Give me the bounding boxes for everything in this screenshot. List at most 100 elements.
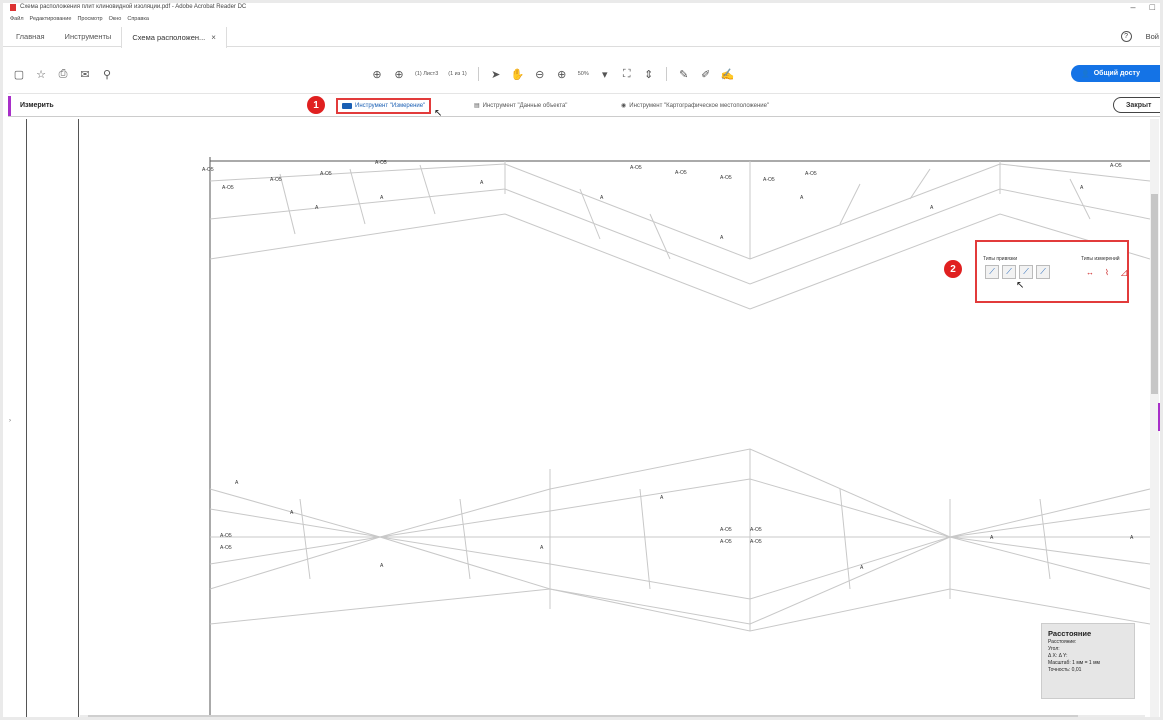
menu-file[interactable]: Файл bbox=[10, 16, 24, 22]
tile-label: А-О5 bbox=[270, 177, 282, 183]
step-badge-2: 2 bbox=[944, 260, 962, 278]
tile-label: А-О5 bbox=[630, 165, 642, 171]
save-icon[interactable]: ▢ bbox=[10, 65, 28, 83]
tab-document-label: Схема расположен... bbox=[132, 32, 206, 42]
tile-label: А-О5 bbox=[675, 170, 687, 176]
page-down-icon[interactable]: ⊕ bbox=[390, 65, 408, 83]
close-measure-button[interactable]: Закрыт bbox=[1113, 97, 1163, 113]
tile-label: А-О5 bbox=[720, 539, 732, 545]
tab-tools[interactable]: Инструменты bbox=[55, 27, 122, 47]
horizontal-scrollbar[interactable] bbox=[80, 715, 1145, 719]
comment-icon[interactable]: ✎ bbox=[675, 65, 693, 83]
perimeter-tool-icon[interactable]: ⌇ bbox=[1100, 265, 1114, 279]
menu-window[interactable]: Окно bbox=[109, 16, 122, 22]
tile-label-small: А bbox=[1130, 535, 1134, 541]
mouse-cursor-icon: ↖ bbox=[434, 108, 443, 119]
menu-edit[interactable]: Редактирование bbox=[30, 16, 72, 22]
measure-types-label: Типы измерений bbox=[1081, 256, 1120, 262]
menu-view[interactable]: Просмотр bbox=[77, 16, 102, 22]
measure-tool-label: Инструмент "Измерение" bbox=[355, 103, 426, 109]
scroll-mode-icon[interactable]: ⇕ bbox=[640, 65, 658, 83]
snap-to-endpoint-icon[interactable]: ⟋ bbox=[1002, 265, 1016, 279]
signin-link[interactable]: Вой bbox=[1146, 32, 1159, 41]
tab-close-icon[interactable]: × bbox=[211, 33, 216, 42]
snap-types-label: Типы привязки bbox=[983, 256, 1018, 262]
pane-expand-icon[interactable]: › bbox=[9, 418, 11, 424]
tile-label-small: А bbox=[480, 180, 484, 186]
tab-document[interactable]: Схема расположен... × bbox=[121, 26, 227, 48]
distance-tool-icon[interactable]: ↔ bbox=[1083, 265, 1097, 279]
measure-tool-button[interactable]: Инструмент "Измерение" bbox=[336, 98, 432, 114]
tile-label-small: А bbox=[660, 495, 664, 501]
measure-accent-bar bbox=[8, 96, 11, 116]
email-icon[interactable]: ✉ bbox=[76, 65, 94, 83]
user-add-icon: 👤 bbox=[1081, 70, 1090, 78]
hand-tool-icon[interactable]: ✋ bbox=[509, 65, 527, 83]
tile-label-small: А bbox=[930, 205, 934, 211]
precision-value: Точность: 0,01 bbox=[1048, 667, 1082, 673]
tile-label-small: А bbox=[800, 195, 804, 201]
measure-toolbar: Измерить Инструмент "Измерение" ▤ Инстру… bbox=[8, 93, 1163, 117]
tile-label: А-О5 bbox=[750, 539, 762, 545]
pdf-app-icon bbox=[10, 3, 16, 11]
side-panel-marker bbox=[1158, 403, 1161, 431]
distance-value: Расстояние: bbox=[1048, 639, 1077, 645]
menu-help[interactable]: Справка bbox=[127, 16, 149, 22]
distance-info-panel: Расстояние Расстояние: Угол: Δ X: Δ Y: М… bbox=[1041, 623, 1135, 699]
measure-options-panel: Типы привязки Типы измерений ⟋ ⟋ ⟋ ⟋ ↔ ⌇… bbox=[975, 240, 1129, 303]
tile-label-small: А bbox=[235, 480, 239, 486]
vertical-scroll-thumb[interactable] bbox=[1151, 194, 1158, 394]
tab-home[interactable]: Главная bbox=[0, 27, 55, 47]
highlight-pen-icon[interactable]: ✐ bbox=[697, 65, 715, 83]
pdf-page-view[interactable]: А-О5 А-О5 А-О5 А-О5 А-О5 А-О5 А-О5 А-О5 … bbox=[80, 119, 1150, 717]
snap-to-midpoint-icon[interactable]: ⟋ bbox=[1019, 265, 1033, 279]
insulation-layout-drawing: А-О5 А-О5 А-О5 А-О5 А-О5 А-О5 А-О5 А-О5 … bbox=[202, 157, 1150, 717]
object-data-tool-label: Инструмент "Данные объекта" bbox=[482, 102, 568, 109]
chevron-down-icon[interactable]: ▾ bbox=[596, 65, 614, 83]
share-button[interactable]: 👤 Общий досту bbox=[1071, 65, 1163, 82]
tile-label: А-О5 bbox=[1110, 163, 1122, 169]
area-tool-icon[interactable]: ◿ bbox=[1117, 265, 1131, 279]
help-icon[interactable]: ? bbox=[1120, 31, 1132, 42]
fit-page-icon[interactable]: ⛶ bbox=[618, 65, 636, 83]
tile-label-small: А bbox=[720, 235, 724, 241]
tile-label-small: А bbox=[540, 545, 544, 551]
navigation-pane bbox=[26, 119, 79, 720]
title-bar: Схема расположения плит клиновидной изол… bbox=[0, 0, 1163, 14]
tile-label: А-О5 bbox=[720, 175, 732, 181]
tile-label: А-О5 bbox=[222, 185, 234, 191]
ruler-icon bbox=[342, 103, 352, 109]
tile-label-small: А bbox=[1080, 185, 1084, 191]
page-up-icon[interactable]: ⊕ bbox=[368, 65, 386, 83]
page-count: (1 из 1) bbox=[448, 71, 467, 77]
geo-location-tool-label: Инструмент "Картографическое местоположе… bbox=[629, 102, 770, 109]
object-data-tool-button[interactable]: ▤ Инструмент "Данные объекта" bbox=[474, 102, 568, 110]
select-cursor-icon[interactable]: ➤ bbox=[487, 65, 505, 83]
search-icon[interactable]: ⚲ bbox=[98, 65, 116, 83]
star-icon[interactable]: ☆ bbox=[32, 65, 50, 83]
minimize-button[interactable]: – bbox=[1131, 2, 1136, 12]
tile-label: А-О5 bbox=[763, 177, 775, 183]
maximize-button[interactable]: □ bbox=[1150, 2, 1155, 12]
tab-bar: Главная Инструменты Схема расположен... … bbox=[0, 26, 1163, 48]
zoom-in-icon[interactable]: ⊕ bbox=[553, 65, 571, 83]
tile-label: А-О5 bbox=[805, 171, 817, 177]
sign-icon[interactable]: ✍ bbox=[719, 65, 737, 83]
step-badge-1: 1 bbox=[307, 96, 325, 114]
geo-location-tool-button[interactable]: ◉ Инструмент "Картографическое местополо… bbox=[621, 102, 770, 110]
tile-label: А-О5 bbox=[720, 527, 732, 533]
mouse-cursor-icon: ↖ bbox=[1016, 280, 1025, 291]
zoom-out-icon[interactable]: ⊖ bbox=[531, 65, 549, 83]
menu-bar: Файл Редактирование Просмотр Окно Справк… bbox=[0, 14, 1163, 24]
tile-label: А-О5 bbox=[375, 160, 387, 166]
tile-label: А-О5 bbox=[202, 167, 214, 173]
tile-label-small: А bbox=[380, 195, 384, 201]
print-icon[interactable]: ⎙ bbox=[54, 65, 72, 83]
page-indicator[interactable]: (1) Лист3 bbox=[412, 71, 441, 77]
snap-to-path-icon[interactable]: ⟋ bbox=[985, 265, 999, 279]
scale-value: Масштаб: 1 мм = 1 мм bbox=[1048, 660, 1100, 666]
main-toolbar: ▢ ☆ ⎙ ✉ ⚲ ⊕ ⊕ (1) Лист3 (1 из 1) ➤ ✋ ⊖ ⊕… bbox=[0, 63, 1163, 85]
zoom-level[interactable]: 50% bbox=[575, 71, 592, 77]
horizontal-scroll-thumb[interactable] bbox=[88, 715, 1078, 719]
snap-to-intersection-icon[interactable]: ⟋ bbox=[1036, 265, 1050, 279]
